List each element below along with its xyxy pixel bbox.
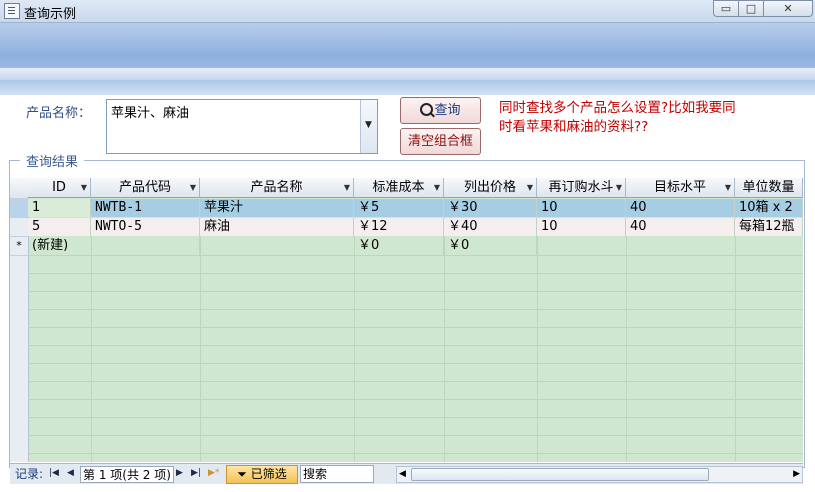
cell-reorder-level[interactable]: 10 [537,218,626,236]
column-header-label: 标准成本 [372,180,425,195]
column-header-id[interactable]: ID ▼ [28,178,91,198]
dropdown-arrow-icon: ▼ [365,120,372,130]
record-label: 记录: [15,467,44,481]
filtered-toggle[interactable]: ⏷ 已筛选 [226,465,298,484]
search-icon [420,103,434,116]
search-input[interactable]: 搜索 [300,465,374,483]
cell-reorder-level[interactable]: 10 [537,199,626,217]
column-header-unit-quantity[interactable]: 单位数量 [735,178,803,198]
cell-id[interactable]: 5 [28,218,91,236]
filter-icon: ⏷ [237,467,247,481]
cell-standard-cost[interactable]: ￥5 [354,199,444,217]
new-record-button[interactable]: ▶* [208,468,219,478]
column-header-product-name[interactable]: 产品名称 ▼ [200,178,354,198]
header-band [0,68,815,80]
cell-product-code[interactable]: NWTB-1 [91,199,200,217]
title-bar: 查询示例 ▭ □ ✕ [0,0,815,23]
results-datasheet[interactable]: * ID ▼ 产品代码 ▼ 产品名称 ▼ 标准成本 ▼ 列出价格 ▼ 再订购水斗 ▼ 目标水… [10,178,803,462]
cell-list-price[interactable]: ￥30 [444,199,537,217]
new-record-id[interactable]: (新建) [28,237,200,255]
column-header-label: 再订购水斗 [548,180,614,195]
sort-dropdown-icon[interactable]: ▼ [527,178,533,198]
next-record-button[interactable]: ▶ [176,468,183,478]
query-button-label: 查询 [434,103,461,118]
note-line-2: 时看苹果和麻油的资料?? [499,119,649,135]
cell-id[interactable]: 1 [28,199,91,217]
previous-record-button[interactable]: ◀ [67,468,74,478]
scroll-left-icon[interactable]: ◀ [399,467,406,482]
form-icon [4,3,20,19]
sort-dropdown-icon[interactable]: ▼ [725,178,731,198]
filtered-label: 已筛选 [250,467,287,481]
record-navigation-bar: 记录: |◀ ◀ 第 1 项(共 2 项) ▶ ▶| ▶* ⏷ 已筛选 搜索 ◀… [10,463,803,484]
sort-dropdown-icon[interactable]: ▼ [616,178,622,198]
new-record-list-price[interactable]: ￥0 [444,237,537,255]
product-name-value[interactable]: 苹果汁、麻油 [111,102,189,121]
note-line-1: 同时查找多个产品怎么设置?比如我要同 [499,100,736,116]
column-header-label: 列出价格 [463,180,516,195]
product-name-label: 产品名称： [26,106,92,121]
scroll-right-icon[interactable]: ▶ [793,467,800,482]
column-header-standard-cost[interactable]: 标准成本 ▼ [354,178,444,198]
window-title: 查询示例 [24,7,77,22]
cell-unit-quantity[interactable]: 每箱12瓶 [735,218,803,236]
last-record-button[interactable]: ▶| [191,468,201,478]
combobox-dropdown-button[interactable]: ▼ [360,100,377,153]
restore-button[interactable]: □ [738,0,764,17]
first-record-button[interactable]: |◀ [49,468,59,478]
cell-standard-cost[interactable]: ￥12 [354,218,444,236]
sort-dropdown-icon[interactable]: ▼ [81,178,87,198]
cell-target-level[interactable]: 40 [626,218,735,236]
select-all-corner[interactable] [10,178,28,199]
sort-dropdown-icon[interactable]: ▼ [434,178,440,198]
column-header-label: ID [52,180,66,195]
column-header-label: 单位数量 [742,180,795,195]
query-button[interactable]: 查询 [400,97,481,124]
sort-dropdown-icon[interactable]: ▼ [190,178,196,198]
column-header-list-price[interactable]: 列出价格 ▼ [444,178,537,198]
record-selector[interactable] [10,218,28,237]
column-header-label: 产品代码 [118,180,171,195]
close-button[interactable]: ✕ [763,0,813,17]
results-group-label: 查询结果 [20,151,85,170]
new-record-marker[interactable]: * [10,237,28,256]
horizontal-scrollbar[interactable]: ◀ ▶ [396,466,803,483]
record-position-field[interactable]: 第 1 项(共 2 项) [80,466,174,483]
column-header-target-level[interactable]: 目标水平 ▼ [626,178,735,198]
cell-target-level[interactable]: 40 [626,199,735,217]
minimize-button[interactable]: ▭ [713,0,739,17]
column-header-product-code[interactable]: 产品代码 ▼ [91,178,200,198]
column-header-label: 目标水平 [653,180,706,195]
question-note: 同时查找多个产品怎么设置?比如我要同 时看苹果和麻油的资料?? [499,99,789,137]
column-header-label: 产品名称 [250,180,303,195]
filter-applied-icon[interactable]: ▼ [344,178,350,198]
clear-combobox-button[interactable]: 清空组合框 [400,128,481,155]
cell-product-name[interactable]: 麻油 [200,218,354,236]
cell-product-code[interactable]: NWTO-5 [91,218,200,236]
cell-product-name[interactable]: 苹果汁 [200,199,354,217]
column-header-reorder-level[interactable]: 再订购水斗 ▼ [537,178,626,198]
cell-unit-quantity[interactable]: 10箱 x 2 [735,199,803,217]
product-name-combobox[interactable]: 苹果汁、麻油 ▼ [106,99,378,154]
new-record-standard-cost[interactable]: ￥0 [354,237,444,255]
form-header [0,23,815,95]
record-selector[interactable] [10,199,28,218]
cell-list-price[interactable]: ￥40 [444,218,537,236]
scrollbar-thumb[interactable] [411,468,709,481]
